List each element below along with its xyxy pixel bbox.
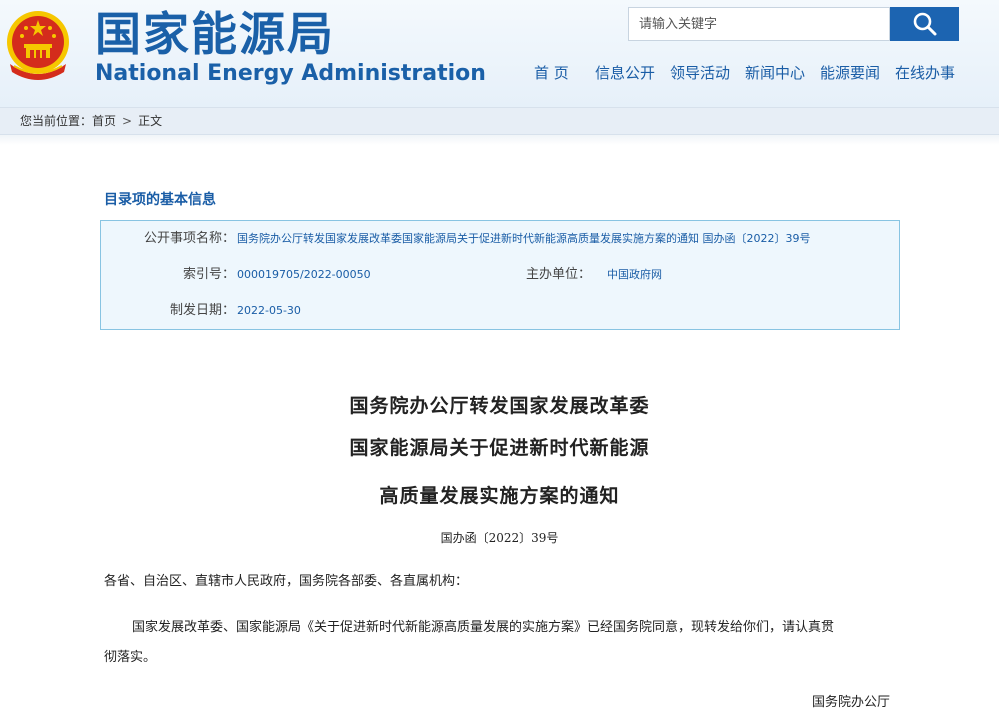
host-value: 中国政府网 <box>607 268 662 281</box>
main-nav: 首 页 信息公开 领导活动 新闻中心 能源要闻 在线办事 <box>534 62 955 84</box>
document-number: 国办函〔2022〕39号 <box>440 531 559 545</box>
breadcrumb-current: 正文 <box>138 114 163 128</box>
date-label: 制发日期： <box>169 303 235 318</box>
index-label: 索引号： <box>182 267 235 282</box>
header-divider <box>0 135 999 145</box>
info-section-title: 目录项的基本信息 <box>104 192 216 208</box>
site-header: 国家能源局 National Energy Administration 首 页… <box>0 0 999 107</box>
nav-item-services[interactable]: 在线办事 <box>895 62 955 84</box>
info-table: 公开事项名称： 国务院办公厅转发国家发展改革委国家能源局关于促进新时代新能源高质… <box>100 220 900 330</box>
nav-item-home[interactable]: 首 页 <box>534 62 595 84</box>
document-title-line-1: 国务院办公厅转发国家发展改革委 <box>349 395 650 417</box>
search-button[interactable] <box>890 7 959 41</box>
document-salutation: 各省、自治区、直辖市人民政府，国务院各部委、各直属机构： <box>104 574 469 589</box>
nav-item-leaders[interactable]: 领导活动 <box>670 62 745 84</box>
nav-item-info[interactable]: 信息公开 <box>595 62 670 84</box>
document-title-line-3: 高质量发展实施方案的通知 <box>379 485 620 507</box>
document-body-line-2: 彻落实。 <box>104 650 157 665</box>
index-value: 000019705/2022-00050 <box>237 268 371 281</box>
national-emblem-icon <box>7 11 69 80</box>
logo-title-cn[interactable]: 国家能源局 <box>95 6 335 62</box>
nav-item-energy-news[interactable]: 能源要闻 <box>820 62 895 84</box>
breadcrumb-home-link[interactable]: 首页 <box>92 108 116 134</box>
item-name-label: 公开事项名称： <box>143 231 235 246</box>
logo-title-en[interactable]: National Energy Administration <box>95 60 486 88</box>
search-icon <box>913 12 936 36</box>
document-signature: 国务院办公厅 <box>812 695 891 710</box>
nav-item-news[interactable]: 新闻中心 <box>745 62 820 84</box>
breadcrumb: 您当前位置： 首页 > 正文 <box>0 107 999 135</box>
document-title-line-2: 国家能源局关于促进新时代新能源 <box>349 437 650 459</box>
search-input[interactable] <box>628 7 890 41</box>
breadcrumb-separator: > <box>122 114 133 128</box>
item-name-value: 国务院办公厅转发国家发展改革委国家能源局关于促进新时代新能源高质量发展实施方案的… <box>237 232 811 245</box>
document-body-line-1: 国家发展改革委、国家能源局《关于促进新时代新能源高质量发展的实施方案》已经国务院… <box>132 620 835 635</box>
date-value: 2022-05-30 <box>237 304 301 317</box>
host-label: 主办单位： <box>525 267 591 282</box>
breadcrumb-prefix: 您当前位置： <box>20 114 93 128</box>
